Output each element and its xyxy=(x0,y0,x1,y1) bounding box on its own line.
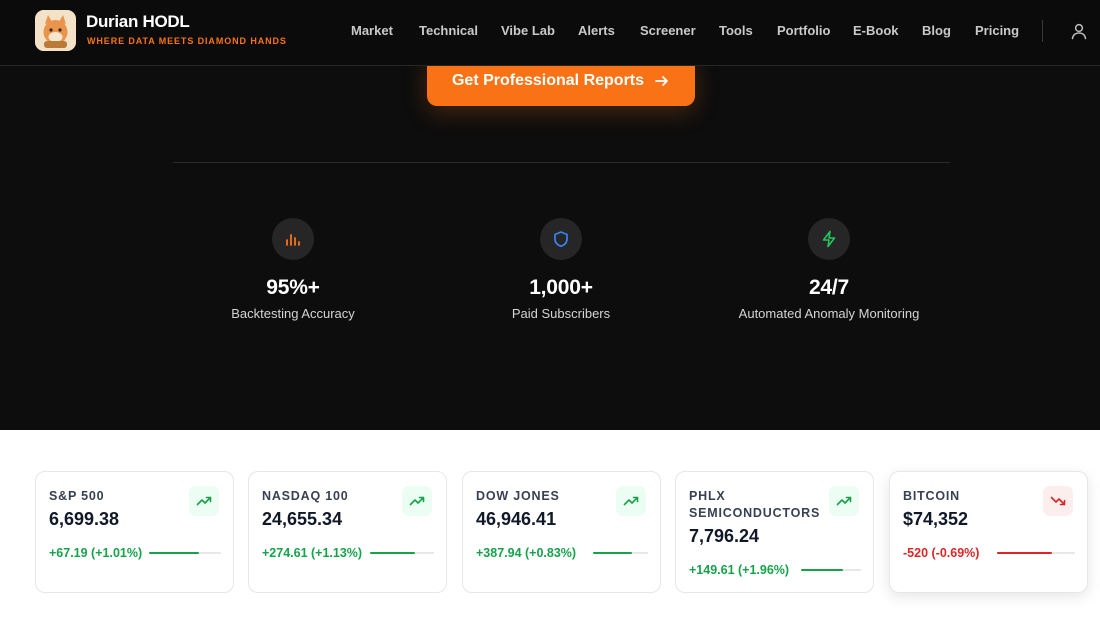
nav-item-tools[interactable]: Tools xyxy=(719,23,753,38)
stat-label: Backtesting Accuracy xyxy=(231,306,355,321)
ticker-card-phlx-semiconductors[interactable]: PHLX SEMICONDUCTORS 7,796.24 +149.61 (+1… xyxy=(675,471,874,593)
nav-item-market[interactable]: Market xyxy=(351,23,393,38)
lightning-icon xyxy=(822,230,836,248)
user-icon[interactable] xyxy=(1070,22,1088,40)
change-bar-fill xyxy=(997,552,1052,554)
ticker-card-bitcoin[interactable]: BITCOIN $74,352 -520 (-0.69%) xyxy=(889,471,1088,593)
arrow-right-icon xyxy=(655,76,668,86)
ticker-name: BITCOIN xyxy=(903,489,960,503)
brand-title[interactable]: Durian HODL xyxy=(86,12,190,32)
stat-backtesting-accuracy: 95%+ Backtesting Accuracy xyxy=(163,218,423,321)
stat-label: Automated Anomaly Monitoring xyxy=(738,306,920,321)
trending-up-icon xyxy=(409,496,425,506)
change-bar-track xyxy=(593,552,648,554)
nav-item-portfolio[interactable]: Portfolio xyxy=(777,23,830,38)
change-bar-track xyxy=(370,552,434,554)
stat-icon-circle xyxy=(808,218,850,260)
shield-icon xyxy=(554,231,568,248)
cat-mascot-icon xyxy=(35,10,76,51)
trending-down-icon xyxy=(1050,496,1066,506)
trend-badge xyxy=(402,486,432,516)
nav-item-technical[interactable]: Technical xyxy=(419,23,478,38)
change-bar-track xyxy=(801,569,861,571)
top-navbar: Durian HODL WHERE DATA MEETS DIAMOND HAN… xyxy=(0,0,1100,66)
nav-item-ebook[interactable]: E-Book xyxy=(853,23,899,38)
ticker-name: DOW JONES xyxy=(476,489,560,503)
stat-value: 24/7 xyxy=(808,276,850,299)
nav-item-alerts[interactable]: Alerts xyxy=(578,23,615,38)
change-bar-fill xyxy=(801,569,843,571)
trending-up-icon xyxy=(623,496,639,506)
trending-up-icon xyxy=(196,496,212,506)
ticker-card-dow-jones[interactable]: DOW JONES 46,946.41 +387.94 (+0.83%) xyxy=(462,471,661,593)
change-bar-track xyxy=(997,552,1075,554)
stat-icon-circle xyxy=(272,218,314,260)
trend-badge xyxy=(1043,486,1073,516)
ticker-name: S&P 500 xyxy=(49,489,105,503)
trend-badge xyxy=(189,486,219,516)
brand-logo[interactable] xyxy=(35,10,76,51)
stat-paid-subscribers: 1,000+ Paid Subscribers xyxy=(431,218,691,321)
change-bar-fill xyxy=(149,552,200,554)
nav-item-pricing[interactable]: Pricing xyxy=(975,23,1019,38)
stat-value: 1,000+ xyxy=(529,276,593,299)
change-bar-track xyxy=(149,552,221,554)
stat-anomaly-monitoring: 24/7 Automated Anomaly Monitoring xyxy=(699,218,959,321)
ticker-value: 24,655.34 xyxy=(262,509,343,529)
brand-tagline: WHERE DATA MEETS DIAMOND HANDS xyxy=(87,36,287,46)
nav-item-vibe-lab[interactable]: Vibe Lab xyxy=(501,23,555,38)
trend-badge xyxy=(616,486,646,516)
ticker-value: 6,699.38 xyxy=(49,509,120,529)
bar-chart-icon xyxy=(286,234,300,246)
nav-item-blog[interactable]: Blog xyxy=(922,23,951,38)
nav-separator xyxy=(1042,20,1043,42)
ticker-change: +387.94 (+0.83%) xyxy=(476,546,577,560)
change-bar-fill xyxy=(370,552,415,554)
ticker-card-sp500[interactable]: S&P 500 6,699.38 +67.19 (+1.01%) xyxy=(35,471,234,593)
ticker-name: PHLX SEMICONDUCTORS xyxy=(689,489,821,520)
ticker-change: -520 (-0.69%) xyxy=(903,546,980,560)
trend-badge xyxy=(829,486,859,516)
ticker-name: NASDAQ 100 xyxy=(262,489,349,503)
stat-icon-circle xyxy=(540,218,582,260)
trending-up-icon xyxy=(836,496,852,506)
change-bar-fill xyxy=(593,552,632,554)
ticker-change: +274.61 (+1.13%) xyxy=(262,546,363,560)
stat-label: Paid Subscribers xyxy=(511,306,611,321)
ticker-change: +67.19 (+1.01%) xyxy=(49,546,143,560)
ticker-value: 7,796.24 xyxy=(689,526,760,546)
cta-label: Get Professional Reports xyxy=(451,72,645,89)
ticker-value: $74,352 xyxy=(903,509,969,529)
stat-value: 95%+ xyxy=(266,276,320,299)
nav-item-screener[interactable]: Screener xyxy=(640,23,696,38)
ticker-card-nasdaq100[interactable]: NASDAQ 100 24,655.34 +274.61 (+1.13%) xyxy=(248,471,447,593)
ticker-change: +149.61 (+1.96%) xyxy=(689,563,790,577)
section-divider xyxy=(173,162,950,163)
ticker-value: 46,946.41 xyxy=(476,509,557,529)
